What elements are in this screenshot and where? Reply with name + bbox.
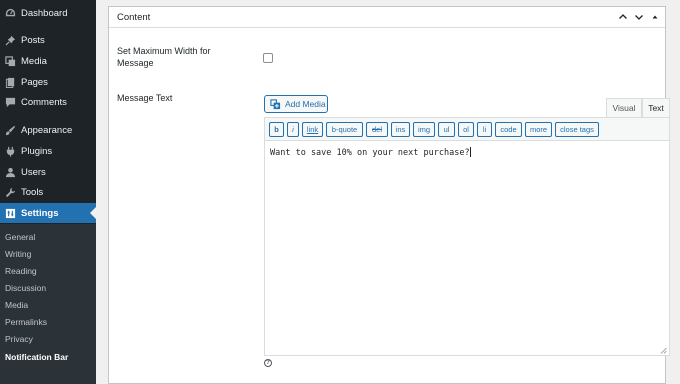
quicktags-toolbar: b i link b-quote del ins img ul ol li co…	[264, 117, 670, 141]
paintbrush-icon	[4, 124, 16, 136]
qt-bold-button[interactable]: b	[269, 122, 284, 137]
sidebar-item-dashboard[interactable]: Dashboard	[0, 3, 96, 23]
sidebar-item-label: Settings	[21, 207, 59, 219]
sidebar-item-comments[interactable]: Comments	[0, 92, 96, 112]
max-width-checkbox[interactable]	[263, 53, 273, 63]
submenu-item-reading[interactable]: Reading	[5, 266, 37, 276]
max-width-label: Set Maximum Width for Message	[117, 46, 211, 68]
submenu-item-writing[interactable]: Writing	[5, 249, 31, 259]
main-content: Content Set Maximum Width for Message Me…	[96, 0, 680, 384]
collapse-toggle-icon[interactable]	[649, 11, 661, 23]
sidebar-item-label: Comments	[21, 96, 67, 108]
qt-li-button[interactable]: li	[477, 122, 492, 137]
sidebar-item-label: Users	[21, 166, 46, 178]
qt-blockquote-button[interactable]: b-quote	[326, 122, 363, 137]
content-postbox: Content Set Maximum Width for Message Me…	[108, 6, 670, 384]
sidebar-item-pages[interactable]: Pages	[0, 72, 96, 92]
submenu-item-privacy[interactable]: Privacy	[5, 334, 33, 344]
media-icon	[4, 55, 16, 67]
users-icon	[4, 166, 16, 178]
qt-ul-button[interactable]: ul	[438, 122, 455, 137]
qt-ol-button[interactable]: ol	[458, 122, 474, 137]
wrench-icon	[4, 186, 16, 198]
qt-link-button[interactable]: link	[302, 122, 323, 137]
settings-submenu: General Writing Reading Discussion Media…	[0, 224, 96, 384]
sidebar-item-label: Posts	[21, 34, 45, 46]
message-text-label: Message Text	[117, 93, 173, 103]
pages-icon	[4, 76, 16, 88]
qt-italic-button[interactable]: i	[287, 122, 299, 137]
submenu-item-notification-bar[interactable]: Notification Bar	[5, 352, 68, 362]
sidebar-item-users[interactable]: Users	[0, 162, 96, 182]
submenu-item-permalinks[interactable]: Permalinks	[5, 317, 47, 327]
postbox-title: Content	[117, 12, 151, 23]
add-media-icon	[270, 98, 281, 110]
sidebar-item-posts[interactable]: Posts	[0, 30, 96, 50]
add-media-label: Add Media	[285, 99, 326, 109]
move-down-icon[interactable]	[633, 11, 645, 23]
resize-handle-icon[interactable]	[660, 346, 667, 354]
sidebar-item-label: Appearance	[21, 124, 73, 136]
sidebar-item-settings[interactable]: Settings	[0, 203, 96, 223]
sidebar-item-label: Media	[21, 55, 47, 67]
qt-img-button[interactable]: img	[413, 122, 435, 137]
qt-code-button[interactable]: code	[495, 122, 522, 137]
sidebar-item-appearance[interactable]: Appearance	[0, 120, 96, 140]
qt-ins-button[interactable]: ins	[391, 122, 410, 137]
admin-sidebar: Dashboard Posts Media Pages Comments App…	[0, 0, 96, 384]
plug-icon	[4, 145, 16, 157]
sidebar-item-label: Dashboard	[21, 7, 68, 19]
sidebar-item-plugins[interactable]: Plugins	[0, 141, 96, 161]
pushpin-icon	[4, 34, 16, 46]
sidebar-item-media[interactable]: Media	[0, 51, 96, 71]
sidebar-item-tools[interactable]: Tools	[0, 182, 96, 202]
qt-close-tags-button[interactable]: close tags	[555, 122, 599, 137]
message-textarea[interactable]: Want to save 10% on your next purchase?	[264, 140, 670, 356]
tab-visual[interactable]: Visual	[606, 98, 642, 117]
qt-more-button[interactable]: more	[525, 122, 552, 137]
submenu-item-media[interactable]: Media	[5, 300, 28, 310]
move-up-icon[interactable]	[617, 11, 629, 23]
tab-text[interactable]: Text	[642, 98, 670, 117]
add-media-button[interactable]: Add Media	[264, 95, 328, 113]
sidebar-item-label: Plugins	[21, 145, 53, 157]
comment-icon	[4, 96, 16, 108]
submenu-item-discussion[interactable]: Discussion	[5, 283, 46, 293]
submenu-item-general[interactable]: General	[5, 232, 35, 242]
dashboard-icon	[4, 7, 16, 19]
help-icon[interactable]: ?	[264, 359, 272, 367]
message-text-value: Want to save 10% on your next purchase?	[270, 148, 470, 158]
qt-del-button[interactable]: del	[366, 122, 388, 137]
sidebar-item-label: Pages	[21, 76, 48, 88]
postbox-header: Content	[109, 7, 665, 28]
text-cursor	[469, 147, 471, 157]
sidebar-item-label: Tools	[21, 186, 44, 198]
settings-icon	[4, 207, 16, 219]
